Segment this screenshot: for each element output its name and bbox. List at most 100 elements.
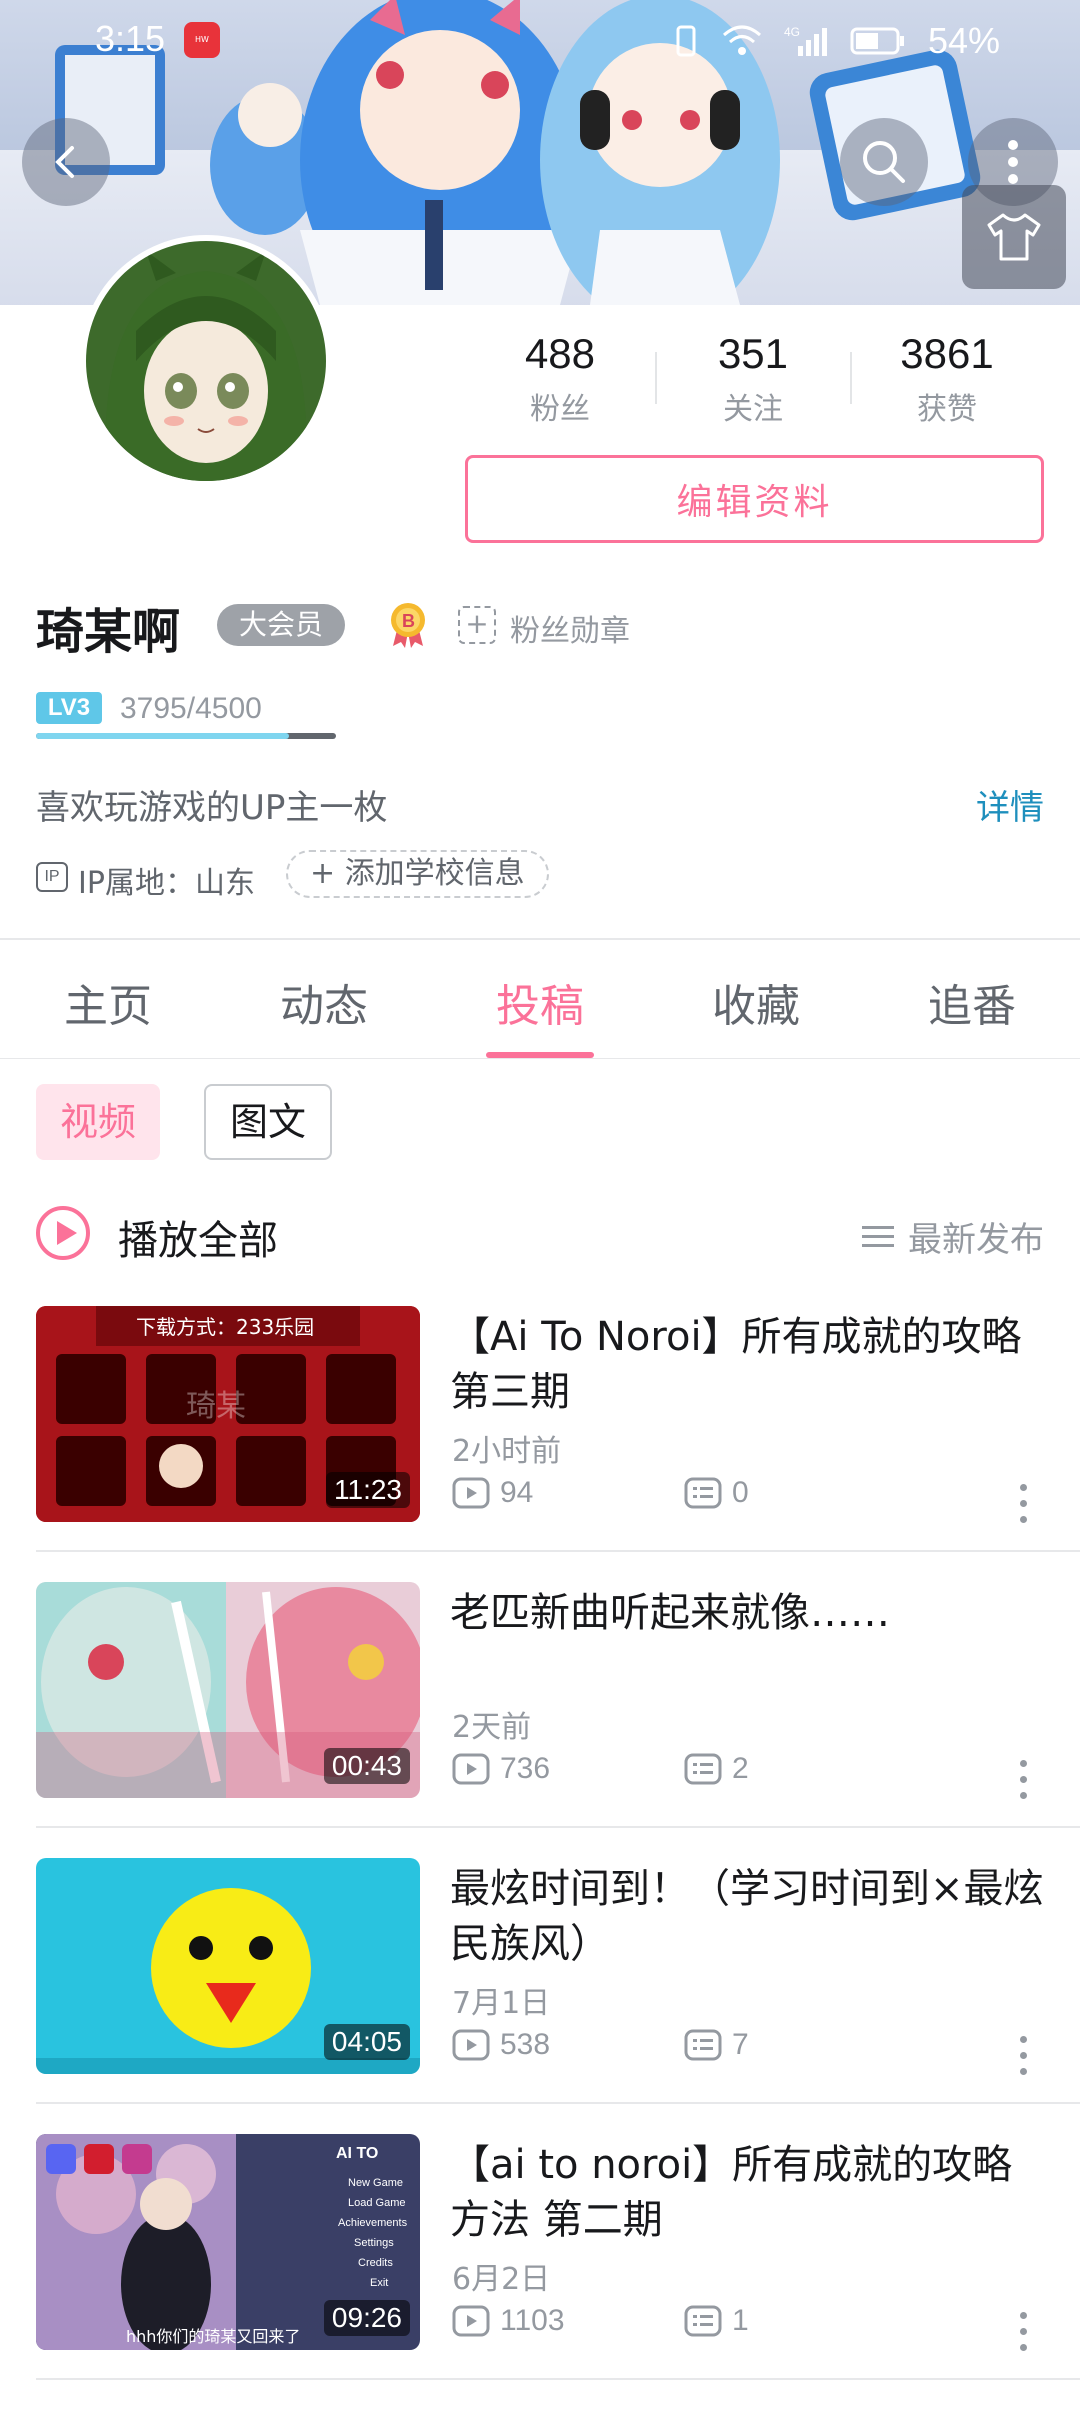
- app-notification-icon: HW: [184, 22, 220, 58]
- add-school-label: 添加学校信息: [344, 856, 525, 891]
- tshirt-icon: [987, 213, 1041, 261]
- video-views: 1103: [452, 2304, 565, 2338]
- video-comments: 1: [684, 2304, 749, 2338]
- video-thumbnail[interactable]: AI TO New Game Load Game Achievements Sett…: [36, 2134, 420, 2350]
- tab-dynamics[interactable]: 动态: [216, 970, 432, 1034]
- video-views: 736: [452, 1752, 550, 1786]
- more-vertical-icon: [1008, 140, 1018, 184]
- filter-article-chip[interactable]: 图文: [204, 1084, 333, 1160]
- dress-up-button[interactable]: [962, 185, 1066, 289]
- likes-label: 获赞: [917, 392, 977, 427]
- add-school-button[interactable]: + 添加学校信息: [286, 850, 549, 898]
- video-duration: 00:43: [323, 1748, 410, 1784]
- video-publish-time: 2小时前: [452, 1434, 562, 1469]
- video-title[interactable]: 【Ai To Noroi】所有成就的攻略第三期: [450, 1310, 1050, 1420]
- play-all-icon[interactable]: [36, 1206, 90, 1260]
- sort-list-icon: [862, 1225, 894, 1247]
- video-thumbnail[interactable]: 下载方式：233乐园 琦某 11:23: [36, 1306, 420, 1522]
- following-stat[interactable]: 351 关注: [658, 330, 848, 428]
- tab-home[interactable]: 主页: [0, 970, 216, 1034]
- comment-count-icon: [684, 1753, 722, 1785]
- video-more-button[interactable]: [1020, 1484, 1028, 1524]
- video-item[interactable]: 04:05 最炫时间到！（学习时间到×最炫民族风） 7月1日 538 7: [0, 1858, 1080, 2134]
- video-comments: 0: [684, 1476, 749, 1510]
- followers-stat[interactable]: 488 粉丝: [465, 330, 655, 428]
- tab-favorites[interactable]: 收藏: [648, 970, 864, 1034]
- video-more-button[interactable]: [1020, 2036, 1028, 2076]
- comments-count: 7: [732, 2028, 749, 2061]
- comment-count-icon: [684, 1477, 722, 1509]
- video-thumbnail[interactable]: 04:05: [36, 1858, 420, 2074]
- svg-text:4G: 4G: [784, 25, 800, 39]
- svg-text:琦某: 琦某: [186, 1389, 246, 1424]
- edit-profile-button[interactable]: 编辑资料: [465, 455, 1044, 543]
- battery-icon: [850, 27, 904, 55]
- svg-text:New Game: New Game: [348, 2177, 403, 2189]
- svg-text:Credits: Credits: [358, 2257, 393, 2269]
- video-duration: 04:05: [323, 2024, 410, 2060]
- views-count: 94: [500, 1476, 534, 1509]
- medal-icon[interactable]: B: [387, 600, 429, 648]
- svg-text:AI TO: AI TO: [336, 2145, 378, 2162]
- svg-text:下载方式：233乐园: 下载方式：233乐园: [136, 1315, 314, 1339]
- sort-label: 最新发布: [908, 1220, 1044, 1260]
- video-duration: 09:26: [323, 2300, 410, 2336]
- filter-video-chip[interactable]: 视频: [36, 1084, 161, 1160]
- plus-icon: +: [310, 856, 345, 891]
- views-count: 1103: [500, 2304, 565, 2337]
- video-item[interactable]: AI TO New Game Load Game Achievements Sett…: [0, 2134, 1080, 2410]
- following-count: 351: [717, 330, 789, 377]
- likes-count: 3861: [900, 330, 994, 377]
- play-count-icon: [452, 2029, 490, 2061]
- comment-count-icon: [684, 2029, 722, 2061]
- search-icon: [863, 141, 905, 183]
- following-label: 关注: [723, 392, 783, 427]
- video-title[interactable]: 最炫时间到！（学习时间到×最炫民族风）: [450, 1862, 1050, 1972]
- avatar-illustration: [105, 251, 307, 481]
- video-publish-time: 2天前: [452, 1710, 532, 1745]
- svg-text:B: B: [402, 611, 415, 631]
- list-divider: [36, 1826, 1080, 1828]
- avatar[interactable]: [80, 235, 332, 487]
- views-count: 538: [500, 2028, 551, 2061]
- followers-count: 488: [524, 330, 596, 377]
- detail-link[interactable]: 详情: [976, 780, 1044, 829]
- video-item[interactable]: 下载方式：233乐园 琦某 11:23 【Ai To Noroi】所有成就的攻略…: [0, 1306, 1080, 1582]
- list-divider: [36, 1550, 1080, 1552]
- video-title[interactable]: 老匹新曲听起来就像……: [450, 1586, 1050, 1641]
- play-count-icon: [452, 2305, 490, 2337]
- video-more-button[interactable]: [1020, 1760, 1028, 1800]
- status-bar: 3:15 HW 4G 54%: [0, 0, 1080, 80]
- video-publish-time: 6月2日: [452, 2262, 551, 2297]
- exp-value: 3795/4500: [120, 692, 262, 725]
- svg-text:hhh你们的琦某又回来了: hhh你们的琦某又回来了: [126, 2327, 300, 2346]
- video-thumbnail[interactable]: 00:43: [36, 1582, 420, 1798]
- exp-progress-bar: [36, 733, 336, 739]
- tab-bangumi[interactable]: 追番: [864, 970, 1080, 1034]
- svg-text:Settings: Settings: [354, 2237, 394, 2249]
- svg-text:Exit: Exit: [370, 2277, 388, 2289]
- username: 琦某啊: [36, 604, 181, 660]
- status-time: 3:15: [95, 18, 166, 59]
- video-duration: 11:23: [326, 1472, 410, 1508]
- play-all-button[interactable]: 播放全部: [118, 1208, 278, 1266]
- video-publish-time: 7月1日: [452, 1986, 551, 2021]
- video-more-button[interactable]: [1020, 2312, 1028, 2352]
- followers-label: 粉丝: [530, 392, 590, 427]
- likes-stat[interactable]: 3861 获赞: [852, 330, 1042, 428]
- fan-medal-icon[interactable]: +: [458, 606, 496, 644]
- vip-badge[interactable]: 大会员: [217, 604, 346, 646]
- ip-icon: IP: [36, 862, 68, 892]
- video-title[interactable]: 【ai to noroi】所有成就的攻略方法 第二期: [450, 2138, 1050, 2248]
- tab-uploads[interactable]: 投稿: [432, 970, 648, 1034]
- stat-divider: [655, 352, 657, 404]
- level-badge: LV3: [36, 692, 102, 724]
- comments-count: 1: [732, 2304, 749, 2337]
- video-views: 538: [452, 2028, 550, 2062]
- video-item[interactable]: 00:43 老匹新曲听起来就像…… 2天前 736 2: [0, 1582, 1080, 1858]
- comments-count: 0: [732, 1476, 749, 1509]
- fan-medal-label[interactable]: 粉丝勋章: [510, 606, 630, 650]
- sort-button[interactable]: 最新发布: [862, 1212, 1044, 1261]
- back-button[interactable]: [22, 118, 110, 206]
- search-button[interactable]: [840, 118, 928, 206]
